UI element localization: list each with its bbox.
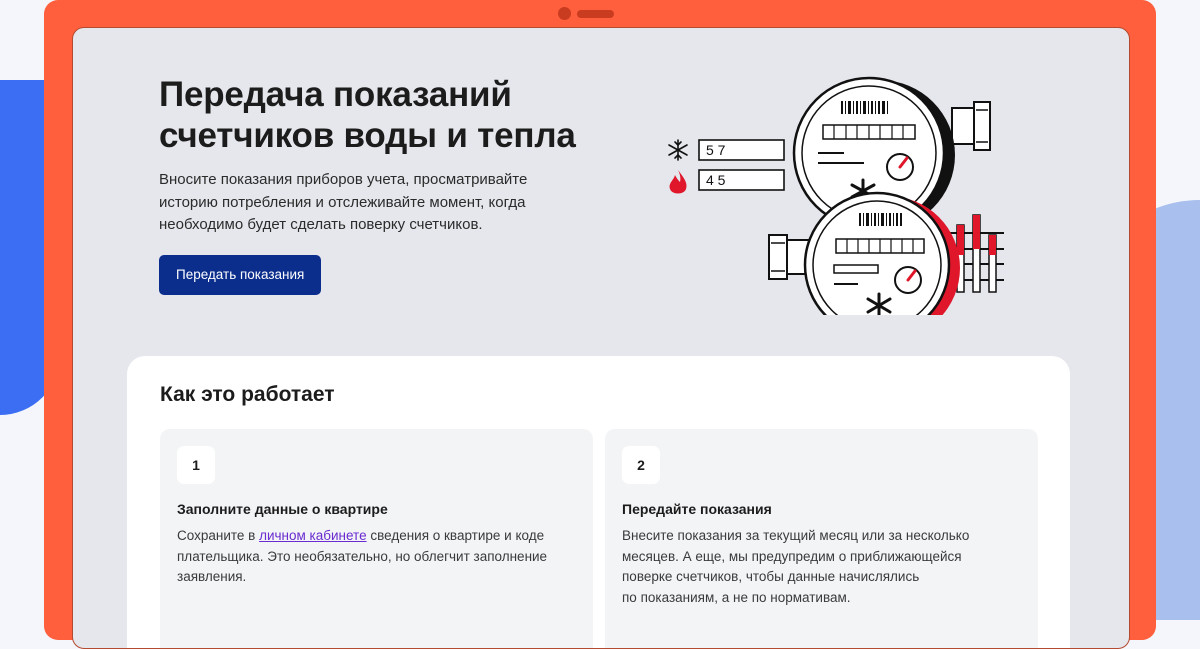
description-line-2: историю потребления и отслеживайте момен… bbox=[159, 193, 526, 211]
page-title: Передача показаний счетчиков воды и тепл… bbox=[159, 74, 619, 156]
how-it-works-title: Как это работает bbox=[160, 383, 335, 406]
description-line-1: Вносите показания приборов учета, просма… bbox=[159, 171, 528, 188]
lower-meter bbox=[768, 191, 960, 315]
step-2-text-line-2: месяцев. А еще, мы предупредим о приближ… bbox=[622, 548, 962, 564]
description-line-3: необходимо будет сделать поверку счетчик… bbox=[159, 216, 483, 233]
page-description: Вносите показания приборов учета, просма… bbox=[159, 169, 579, 237]
step-2-text-line-1: Внесите показания за текущий месяц или з… bbox=[622, 528, 970, 543]
step-title: Передайте показания bbox=[622, 501, 772, 517]
snowflake-icon bbox=[668, 139, 688, 161]
flame-icon bbox=[669, 170, 687, 194]
how-it-works-card: Как это работает 1 Заполните данные о кв… bbox=[127, 356, 1070, 648]
step-card-2: 2 Передайте показания Внесите показания … bbox=[605, 429, 1038, 648]
submit-readings-button[interactable]: Передать показания bbox=[159, 255, 322, 295]
step-title: Заполните данные о квартире bbox=[177, 501, 388, 517]
step-1-text-prefix: Сохраните в bbox=[177, 528, 260, 543]
cold-reading-value: 5 7 bbox=[706, 142, 726, 158]
hot-reading-value: 4 5 bbox=[706, 172, 726, 188]
step-number-badge: 2 bbox=[622, 446, 660, 484]
step-description: Сохраните в личном кабинете сведения о к… bbox=[177, 526, 577, 588]
device-screen: Передача показаний счетчиков воды и тепл… bbox=[72, 27, 1130, 649]
step-2-text-line-4: по показаниям, а не по нормативам. bbox=[622, 589, 851, 605]
step-2-text-line-3: поверке счетчиков, чтобы данные начислял… bbox=[622, 569, 920, 584]
step-1-text-suffix: сведения о квартире и коде bbox=[366, 528, 545, 543]
camera-pill bbox=[577, 10, 614, 18]
water-meter-illustration: 5 7 4 5 bbox=[668, 76, 1004, 315]
camera-dot bbox=[558, 7, 571, 20]
page-title-line-2: счетчиков воды и тепла bbox=[159, 116, 576, 155]
step-1-text-line-1: Сохраните в личном кабинете сведения о к… bbox=[177, 526, 577, 547]
personal-account-link[interactable]: личном кабинете bbox=[259, 528, 367, 543]
step-1-text-line-2: плательщика. Это необязательно, но облег… bbox=[177, 548, 548, 564]
step-number-badge: 1 bbox=[177, 446, 215, 484]
cold-water-reading: 5 7 bbox=[668, 139, 785, 161]
step-description: Внесите показания за текущий месяц или з… bbox=[622, 526, 1022, 608]
step-card-1: 1 Заполните данные о квартире Сохраните … bbox=[160, 429, 593, 648]
step-1-text-line-3: заявления. bbox=[177, 569, 247, 584]
page-title-line-1: Передача показаний bbox=[159, 75, 512, 114]
hot-water-reading: 4 5 bbox=[669, 169, 785, 194]
